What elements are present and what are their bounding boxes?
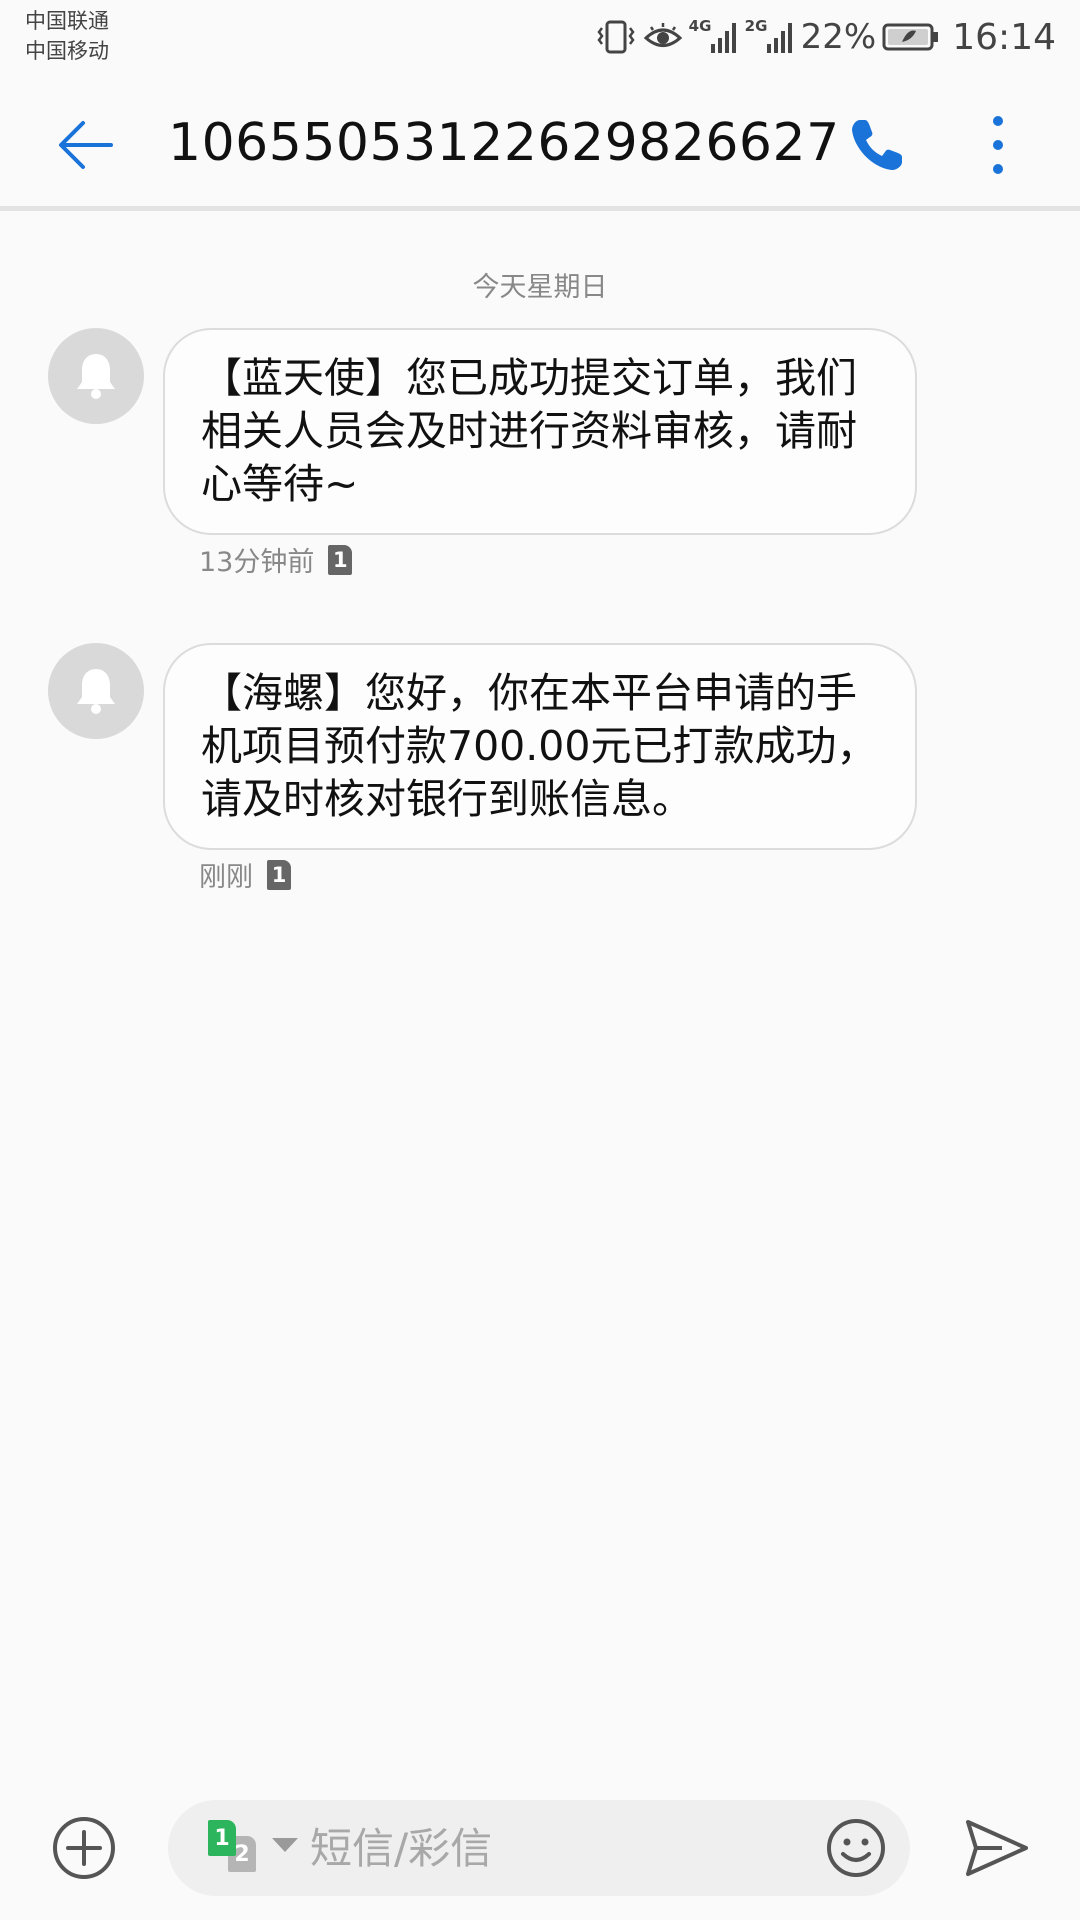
back-button[interactable] xyxy=(50,110,120,180)
notification-bell-icon xyxy=(77,669,115,714)
signal-4g-icon: 4G xyxy=(689,17,739,57)
vibrate-icon xyxy=(595,19,637,55)
notification-bell-icon xyxy=(77,354,115,399)
add-attachment-button[interactable] xyxy=(50,1814,118,1882)
message-text: 【蓝天使】您已成功提交订单，我们相关人员会及时进行资料审核，请耐心等待~ xyxy=(201,354,857,508)
add-circle-icon xyxy=(53,1817,115,1879)
send-icon xyxy=(966,1820,1028,1876)
signal-2g-icon: 2G xyxy=(745,17,795,57)
sender-avatar[interactable] xyxy=(48,328,144,424)
sim-card-icon: 1 xyxy=(328,544,353,575)
conversation-title: 10655053122629826627 xyxy=(168,113,840,173)
carrier-names: 中国联通 中国移动 xyxy=(25,6,109,66)
message-meta: 刚刚 1 xyxy=(199,855,291,894)
message-time: 13分钟前 xyxy=(199,547,315,578)
sim-1-badge: 1 xyxy=(208,1820,236,1856)
call-button[interactable] xyxy=(842,110,912,180)
emoji-icon xyxy=(827,1819,885,1877)
chevron-down-icon[interactable] xyxy=(272,1838,298,1852)
clock: 16:14 xyxy=(952,16,1056,58)
message-bubble[interactable]: 【蓝天使】您已成功提交订单，我们相关人员会及时进行资料审核，请耐心等待~ xyxy=(163,328,917,535)
message-meta: 13分钟前 1 xyxy=(199,540,353,579)
emoji-button[interactable] xyxy=(824,1816,888,1880)
phone-icon xyxy=(852,120,902,170)
sender-avatar[interactable] xyxy=(48,643,144,739)
battery-percent: 22% xyxy=(800,17,877,57)
more-options-button[interactable] xyxy=(970,105,1026,185)
carrier-2: 中国移动 xyxy=(25,39,109,63)
message-time: 刚刚 xyxy=(199,862,253,893)
message-text: 【海螺】您好，你在本平台申请的手机项目预付款700.00元已打款成功，请及时核对… xyxy=(201,669,878,823)
battery-icon xyxy=(882,22,940,52)
status-bar: 中国联通 中国移动 4G 2G 22% 16:14 xyxy=(0,0,1080,75)
send-button[interactable] xyxy=(962,1816,1032,1880)
date-header: 今天星期日 xyxy=(472,272,608,303)
more-vert-icon xyxy=(993,116,1003,174)
composer: 2 1 xyxy=(0,1790,1080,1910)
sim-card-icon: 1 xyxy=(267,859,291,890)
sim-switch-icon[interactable]: 2 1 xyxy=(208,1820,264,1876)
message-bubble[interactable]: 【海螺】您好，你在本平台申请的手机项目预付款700.00元已打款成功，请及时核对… xyxy=(163,643,917,850)
app-bar: 10655053122629826627 xyxy=(0,75,1080,211)
status-icons: 4G 2G 22% 16:14 xyxy=(595,12,1056,62)
message-input[interactable] xyxy=(310,1800,810,1896)
eye-comfort-icon xyxy=(643,19,683,55)
message-input-container: 2 1 xyxy=(168,1800,910,1896)
back-arrow-icon xyxy=(59,121,113,169)
carrier-1: 中国联通 xyxy=(25,9,109,33)
